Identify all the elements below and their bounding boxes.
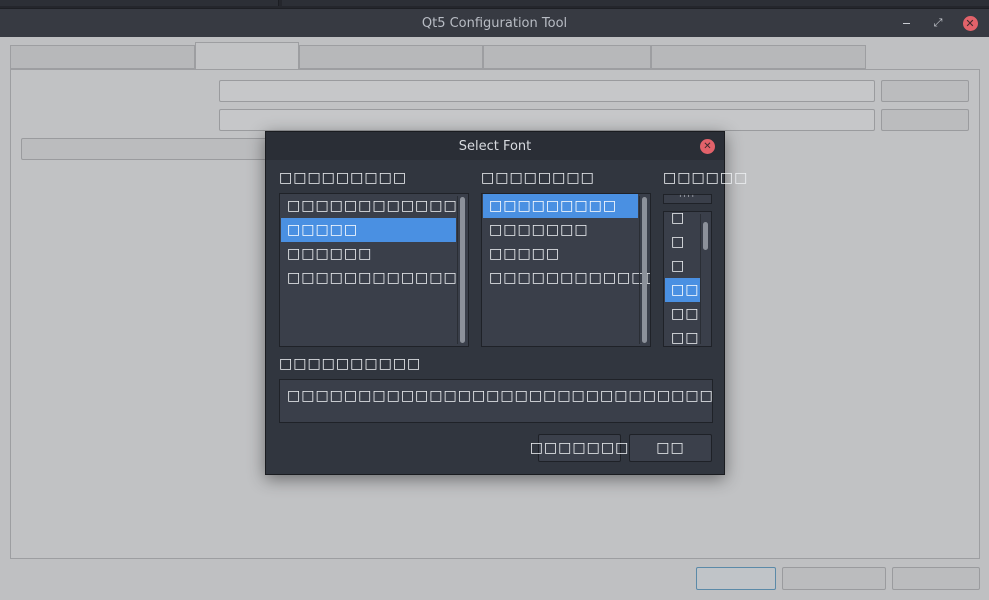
dialog-cancel-button-bg[interactable]	[892, 567, 980, 590]
restore-icon: ⤢	[933, 16, 943, 29]
minimize-button[interactable]	[898, 15, 914, 31]
font-size-item[interactable]: □□	[665, 302, 700, 326]
font-sample-preview: □□□□□□□□□□□□□□□□□□□□□□□□□□□□□□□□	[279, 379, 713, 423]
config-field-1[interactable]	[219, 80, 875, 102]
font-style-item-selected[interactable]: □□□□□□□□□	[483, 194, 638, 218]
select-font-dialog: Select Font ✕ □□□□□□□□□ □□□□□□□□ □□□□□□ …	[265, 131, 747, 475]
font-size-item[interactable]: □	[665, 254, 700, 278]
config-field-2[interactable]	[219, 109, 875, 131]
font-size-item[interactable]: □□	[665, 342, 700, 346]
config-wide-button[interactable]	[21, 138, 271, 160]
font-size-item[interactable]: □	[665, 212, 700, 230]
tab-bar	[10, 42, 970, 70]
minimize-icon	[902, 22, 910, 24]
tab-1[interactable]	[10, 45, 195, 69]
dialog-title: Select Font	[458, 138, 532, 154]
close-icon: ✕	[962, 15, 978, 31]
tab-4[interactable]	[483, 45, 651, 69]
taskbar-tile	[0, 0, 279, 6]
window-title: Qt5 Configuration Tool	[421, 15, 568, 31]
tab-5[interactable]	[651, 45, 866, 69]
font-family-list[interactable]: □□□□□□□□□□□□ □□□□□ □□□□□□ □□□□□□□□□□□□	[279, 193, 469, 347]
style-scrollbar[interactable]	[639, 196, 649, 344]
sample-label: □□□□□□□□□□	[279, 356, 422, 372]
window-close-button[interactable]: ✕	[962, 15, 978, 31]
font-family-item-selected[interactable]: □□□□□	[281, 218, 456, 242]
tab-3[interactable]	[299, 45, 483, 69]
font-size-item-selected[interactable]: □□	[665, 278, 700, 302]
tab-2[interactable]	[195, 42, 299, 70]
config-button-2[interactable]	[881, 109, 969, 131]
font-size-label: □□□□□□	[663, 170, 749, 186]
size-scrollbar[interactable]	[700, 214, 710, 344]
font-family-item[interactable]: □□□□□□□□□□□□	[281, 266, 457, 290]
ok-button[interactable]: □□	[629, 434, 712, 462]
font-family-label: □□□□□□□□□	[279, 170, 408, 186]
font-family-item[interactable]: □□□□□□	[281, 242, 456, 266]
font-size-item[interactable]: □	[665, 230, 700, 254]
family-scrollbar[interactable]	[457, 196, 467, 344]
cancel-button[interactable]: □□□□□□□	[530, 434, 628, 462]
family-scrollbar-thumb[interactable]	[460, 197, 465, 343]
font-style-label: □□□□□□□□	[481, 170, 595, 186]
window-titlebar: Qt5 Configuration Tool	[0, 9, 989, 37]
font-style-list[interactable]: □□□□□□□□□ □□□□□□□ □□□□□ □□□□□□□□□□□□□□□□	[481, 193, 651, 347]
config-button-1[interactable]	[881, 80, 969, 102]
style-scrollbar-thumb[interactable]	[642, 197, 647, 343]
close-icon: ✕	[703, 141, 712, 152]
font-style-item[interactable]: □□□□□□□□□□□□□□□□	[483, 266, 650, 290]
dialog-apply-button-bg[interactable]	[782, 567, 886, 590]
dialog-close-button[interactable]: ✕	[700, 139, 715, 154]
font-style-item[interactable]: □□□□□□□	[483, 218, 638, 242]
font-style-item[interactable]: □□□□□	[483, 242, 638, 266]
maximize-button[interactable]: ⤢	[930, 15, 946, 31]
taskbar-tile	[282, 0, 989, 6]
dialog-ok-button-bg[interactable]	[696, 567, 776, 590]
font-size-spinbox[interactable]: ˈˈˈˈ	[663, 194, 712, 204]
font-family-item[interactable]: □□□□□□□□□□□□	[281, 194, 457, 218]
desktop-strip	[0, 0, 989, 9]
size-scrollbar-thumb[interactable]	[703, 222, 708, 250]
font-size-list[interactable]: □ □ □ □□ □□ □□ □□	[663, 211, 712, 347]
dialog-titlebar: Select Font	[266, 132, 724, 160]
